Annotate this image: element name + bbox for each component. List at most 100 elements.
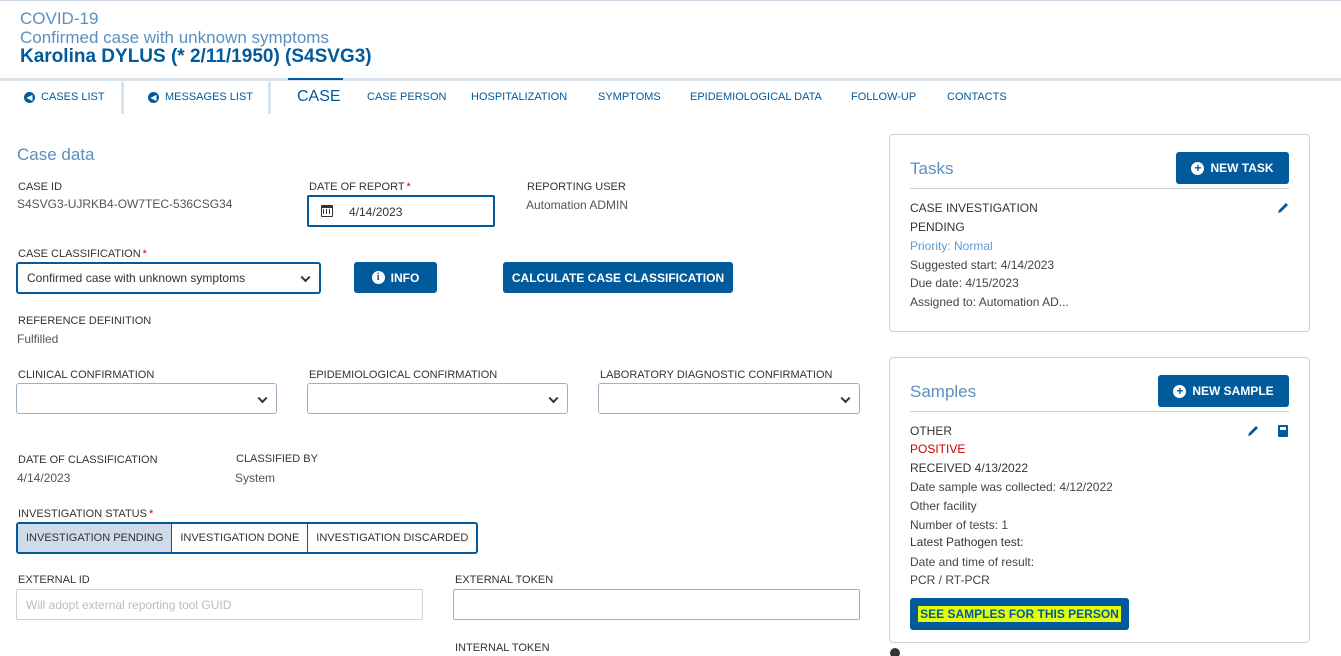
sample-collected-date: Date sample was collected: 4/12/2022 (910, 480, 1113, 494)
chevron-down-icon (257, 392, 268, 403)
calculate-classification-label: CALCULATE CASE CLASSIFICATION (511, 270, 725, 285)
info-icon (890, 648, 900, 656)
case-id-value: S4SVG3-UJRKB4-OW7TEC-536CSG34 (17, 197, 233, 211)
info-button[interactable]: i INFO (354, 262, 437, 293)
required-asterisk: * (406, 181, 411, 193)
reporting-user-label: REPORTING USER (527, 181, 626, 193)
arrow-left-circle-icon: ◀ (148, 91, 159, 103)
required-asterisk: * (142, 248, 147, 260)
sample-type: OTHER (910, 424, 952, 438)
case-data-title: Case data (17, 145, 95, 164)
clinical-confirmation-label: CLINICAL CONFIRMATION (18, 369, 155, 381)
plus-circle-icon: + (1173, 384, 1187, 398)
external-id-label: EXTERNAL ID (18, 574, 90, 586)
classification-subtitle: Confirmed case with unknown symptoms (20, 28, 329, 47)
investigation-pending-option[interactable]: INVESTIGATION PENDING (18, 524, 173, 552)
chevron-down-icon (840, 392, 851, 403)
sample-result: POSITIVE (910, 442, 966, 456)
internal-token-label: INTERNAL TOKEN (455, 642, 550, 654)
pencil-icon[interactable] (1276, 201, 1290, 215)
info-button-label: INFO (390, 270, 420, 285)
investigation-status-toggle: INVESTIGATION PENDING INVESTIGATION DONE… (16, 522, 479, 554)
calendar-icon[interactable] (321, 205, 333, 217)
date-of-classification-label: DATE OF CLASSIFICATION (18, 454, 158, 466)
sample-latest-test: Latest Pathogen test: (910, 535, 1024, 549)
new-sample-button[interactable]: + NEW SAMPLE (1158, 375, 1289, 407)
tab-case[interactable]: CASE (297, 80, 341, 114)
tasks-divider (910, 188, 1289, 189)
case-id-label: CASE ID (18, 181, 63, 193)
sample-facility: Other facility (910, 499, 977, 513)
tab-case-person[interactable]: CASE PERSON (367, 80, 446, 114)
task-status: PENDING (910, 220, 965, 234)
external-id-placeholder: Will adopt external reporting tool GUID (26, 597, 232, 612)
date-of-report-value: 4/14/2023 (349, 205, 403, 219)
date-of-report-field[interactable]: 4/14/2023 (307, 195, 495, 227)
info-icon: i (371, 271, 385, 284)
messages-list-label: MESSAGES LIST (165, 91, 254, 103)
tab-hospitalization[interactable]: HOSPITALIZATION (471, 80, 567, 114)
laboratory-confirmation-select[interactable] (598, 383, 860, 414)
tab-follow-up[interactable]: FOLLOW-UP (851, 80, 916, 114)
person-title: Karolina DYLUS (* 2/11/1950) (S4SVG3) (20, 46, 372, 67)
reporting-user-value: Automation ADMIN (526, 198, 629, 212)
task-assigned-to: Assigned to: Automation AD... (910, 295, 1069, 309)
investigation-status-label: INVESTIGATION STATUS * (18, 508, 153, 520)
new-task-button[interactable]: + NEW TASK (1176, 152, 1289, 184)
case-classification-value: Confirmed case with unknown symptoms (27, 271, 246, 285)
reference-definition-value: Fulfilled (17, 332, 59, 346)
cases-list-label: CASES LIST (41, 91, 105, 103)
date-of-report-label: DATE OF REPORT * (309, 181, 411, 193)
tab-epidemiological-data[interactable]: EPIDEMIOLOGICAL DATA (690, 80, 822, 114)
task-suggested-start: Suggested start: 4/14/2023 (910, 258, 1055, 272)
samples-divider (910, 411, 1289, 412)
see-samples-label: SEE SAMPLES FOR THIS PERSON (918, 606, 1121, 622)
clinical-confirmation-select[interactable] (16, 383, 277, 414)
tasks-title: Tasks (910, 159, 954, 178)
task-due-date: Due date: 4/15/2023 (910, 276, 1019, 290)
tasks-card: Tasks + NEW TASK CASE INVESTIGATION PEND… (889, 134, 1310, 332)
investigation-done-option[interactable]: INVESTIGATION DONE (172, 524, 309, 552)
sample-number-of-tests: Number of tests: 1 (910, 518, 1009, 532)
sample-test-type: PCR / RT-PCR (910, 573, 990, 587)
samples-title: Samples (910, 382, 977, 401)
date-of-report-label-text: DATE OF REPORT (309, 181, 405, 193)
epidemiological-confirmation-select[interactable] (307, 383, 568, 414)
chevron-down-icon (300, 272, 311, 283)
investigation-status-label-text: INVESTIGATION STATUS (18, 508, 147, 520)
case-navigation: ◀ CASES LIST ◀ MESSAGES LIST CASE CASE P… (0, 78, 1341, 114)
pencil-icon[interactable] (1246, 424, 1260, 438)
task-priority: Priority: Normal (910, 239, 993, 253)
new-task-label: NEW TASK (1210, 161, 1274, 175)
task-type: CASE INVESTIGATION (910, 201, 1038, 215)
see-samples-button[interactable]: SEE SAMPLES FOR THIS PERSON (910, 598, 1129, 630)
classified-by-value: System (235, 471, 276, 485)
book-icon[interactable] (1278, 425, 1288, 437)
laboratory-confirmation-label: LABORATORY DIAGNOSTIC CONFIRMATION (600, 369, 833, 381)
case-classification-label-text: CASE CLASSIFICATION (18, 248, 141, 260)
sample-result-datetime: Date and time of result: (910, 555, 1035, 569)
investigation-discarded-option[interactable]: INVESTIGATION DISCARDED (308, 524, 476, 552)
case-header: COVID-19 Confirmed case with unknown sym… (0, 0, 1341, 81)
nav-divider (121, 82, 124, 114)
tab-contacts[interactable]: CONTACTS (947, 80, 1007, 114)
case-classification-label: CASE CLASSIFICATION * (18, 248, 147, 260)
date-of-classification-value: 4/14/2023 (17, 471, 71, 485)
cases-list-link[interactable]: ◀ CASES LIST (24, 80, 105, 114)
external-token-label: EXTERNAL TOKEN (455, 574, 554, 586)
sample-received: RECEIVED 4/13/2022 (910, 461, 1029, 475)
disease-title: COVID-19 (20, 9, 99, 28)
reference-definition-label: REFERENCE DEFINITION (18, 315, 152, 327)
nav-divider (268, 82, 271, 114)
external-token-input[interactable] (453, 589, 860, 620)
external-id-input[interactable]: Will adopt external reporting tool GUID (16, 589, 423, 620)
classified-by-label: CLASSIFIED BY (236, 453, 318, 465)
tab-symptoms[interactable]: SYMPTOMS (598, 80, 661, 114)
required-asterisk: * (148, 508, 154, 520)
case-classification-select[interactable]: Confirmed case with unknown symptoms (16, 262, 321, 294)
calculate-classification-button[interactable]: CALCULATE CASE CLASSIFICATION (503, 262, 733, 293)
epidemiological-confirmation-label: EPIDEMIOLOGICAL CONFIRMATION (309, 369, 498, 381)
messages-list-link[interactable]: ◀ MESSAGES LIST (148, 80, 253, 114)
chevron-down-icon (548, 392, 559, 403)
plus-circle-icon: + (1191, 161, 1205, 175)
